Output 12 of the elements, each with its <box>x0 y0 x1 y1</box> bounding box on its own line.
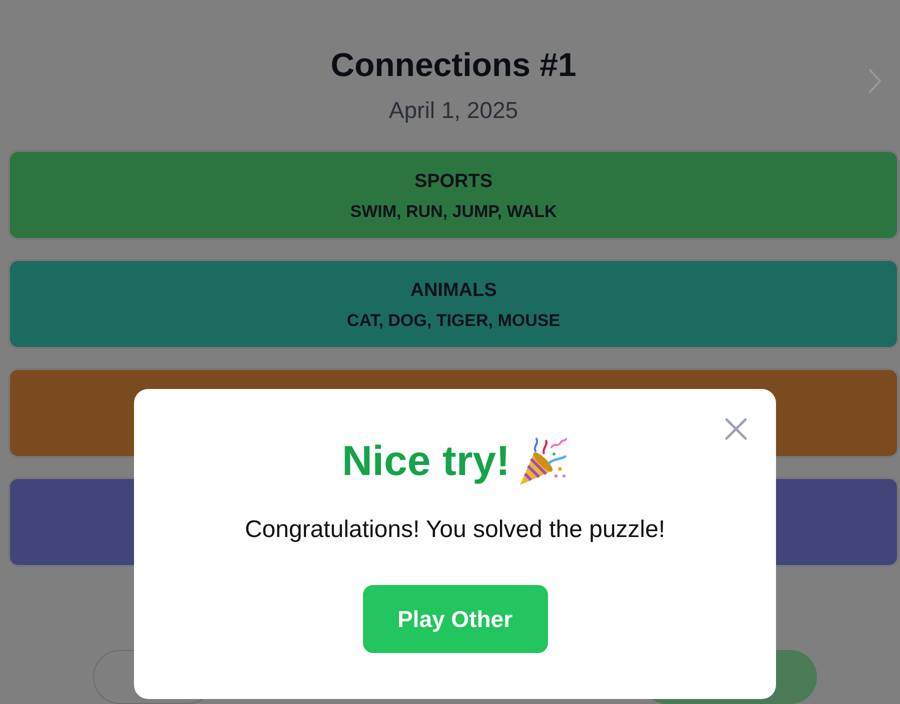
group-title: ANIMALS <box>410 280 497 302</box>
puzzle-title: Connections #1 <box>330 45 576 85</box>
party-popper-icon <box>518 436 568 486</box>
chevron-right-icon[interactable] <box>867 68 883 94</box>
puzzle-date: April 1, 2025 <box>388 96 518 125</box>
dialog-message: Congratulations! You solved the puzzle! <box>244 515 666 545</box>
play-other-button[interactable]: Play Other <box>362 585 548 653</box>
group-words: SWIM, RUN, JUMP, WALK <box>350 202 557 222</box>
close-icon[interactable] <box>725 418 747 440</box>
dialog-title: Nice try! <box>342 436 510 486</box>
group-title: SPORTS <box>414 171 493 193</box>
group-words: CAT, DOG, TIGER, MOUSE <box>346 311 560 331</box>
